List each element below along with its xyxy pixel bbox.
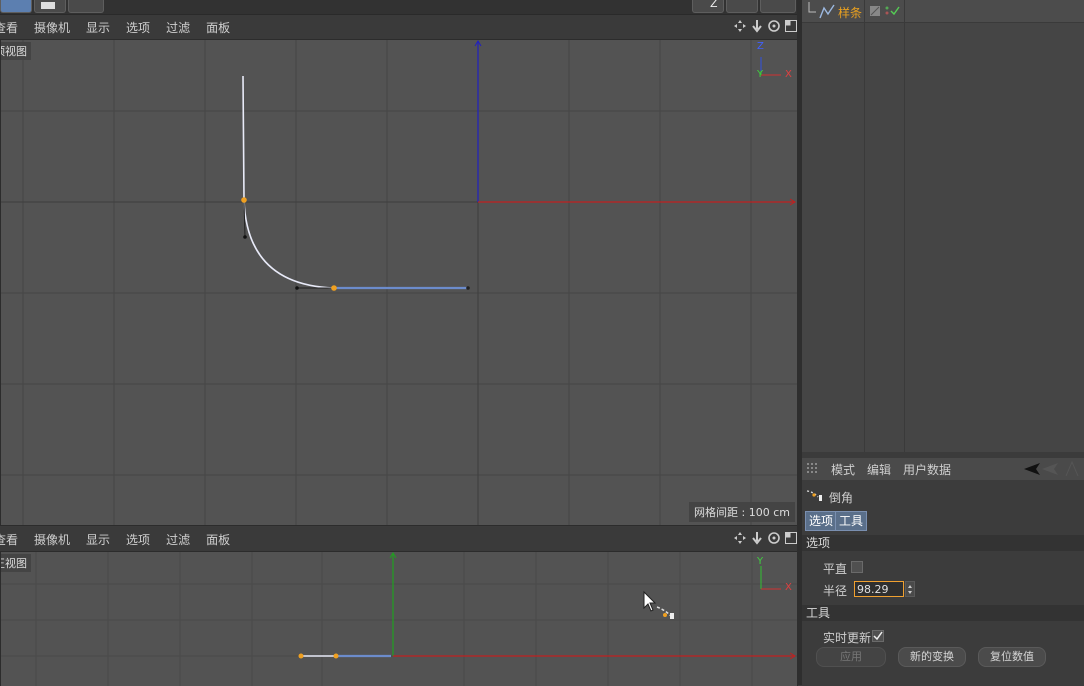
front-viewport[interactable]: Y X 正视图 [0,551,798,686]
menu-filter[interactable]: 过滤 [166,19,190,36]
menu-options[interactable]: 选项 [126,531,150,548]
radius-label: 半径 [823,584,848,598]
zoom-icon[interactable] [750,531,764,545]
object-name[interactable]: 样条 [838,4,862,21]
grid-spacing-info: 网格间距 : 100 cm [689,502,795,522]
top-toolbar: Z [0,0,798,15]
spline-point[interactable] [466,286,470,290]
new-transform-button[interactable]: 新的变换 [898,647,966,667]
object-visibility-icons[interactable] [868,5,904,17]
menu-options[interactable]: 选项 [126,19,150,36]
tangent-handle[interactable] [243,235,247,239]
section-options-header[interactable]: 选项 [802,535,1084,551]
apply-button[interactable]: 应用 [816,647,886,667]
top-viewport-canvas [1,40,797,525]
front-viewport-canvas [1,552,797,686]
attributes-menubar: 模式 编辑 用户数据 [802,458,1084,480]
tab-options[interactable]: 选项 [805,511,838,531]
toolbar-button-z[interactable]: Z [692,0,724,13]
viewport-nav-icons [733,19,798,35]
mouse-cursor-icon [643,590,657,612]
menu-view[interactable]: 查看 [0,531,18,548]
toolbar-button-select[interactable] [0,0,32,13]
viewport-label: 顶视图 [1,42,31,60]
radius-input[interactable]: 98.29 cm [854,581,904,597]
gizmo-x-label: X [785,582,792,593]
viewport-nav-icons [733,531,798,547]
menu-camera[interactable]: 摄像机 [34,531,70,548]
gizmo-x-label: X [785,69,792,80]
checkmark-icon [873,631,883,641]
tangent-handle[interactable] [295,286,299,290]
realtime-update-checkbox[interactable] [872,630,884,642]
section-tool-header[interactable]: 工具 [802,605,1084,621]
rotate-icon[interactable] [767,531,781,545]
axis-gizmo [760,57,781,76]
flat-label: 平直 [823,562,848,576]
top-viewport[interactable]: Z Y X 顶视图 网格间距 : 100 cm [0,39,798,526]
spline-point-selected[interactable] [241,197,247,203]
menu-panel[interactable]: 面板 [206,531,230,548]
tool-name: 倒角 [829,491,854,505]
spline-point-selected[interactable] [331,285,337,291]
menu-camera[interactable]: 摄像机 [34,19,70,36]
axis-gizmo [760,566,781,590]
move-icon[interactable] [733,531,747,545]
viewport-label: 正视图 [1,554,31,572]
menu-view[interactable]: 查看 [0,19,18,36]
spline-point-selected[interactable] [298,653,304,659]
menu-user-data[interactable]: 用户数据 [903,461,951,478]
realtime-update-label: 实时更新 [823,631,872,645]
toolbar-button-camera[interactable] [34,0,66,13]
menu-filter[interactable]: 过滤 [166,531,190,548]
gizmo-y-label: Y [757,556,764,567]
menu-display[interactable]: 显示 [86,531,110,548]
tab-tool[interactable]: 工具 [835,511,868,531]
maximize-icon[interactable] [784,19,798,33]
spline-point-selected[interactable] [333,653,339,659]
nav-arrows-icon[interactable] [1022,461,1080,477]
object-row[interactable]: 样条 [802,0,1084,23]
object-manager: 样条 [802,0,1084,452]
top-view-menubar: 查看 摄像机 显示 选项 过滤 面板 [0,15,798,39]
front-view-menubar: 查看 摄像机 显示 选项 过滤 面板 [0,527,798,551]
spline-object-icon [808,2,835,19]
menu-edit[interactable]: 编辑 [867,461,891,478]
toolbar-button-scene[interactable] [760,0,796,13]
spline-curve[interactable] [242,75,468,289]
menu-display[interactable]: 显示 [86,19,110,36]
flat-checkbox[interactable] [851,561,863,573]
rotate-icon[interactable] [767,19,781,33]
toolbar-button-render[interactable] [68,0,104,13]
chamfer-cursor-icon [656,606,674,619]
maximize-icon[interactable] [784,531,798,545]
chamfer-tool-icon [806,490,822,501]
radius-stepper[interactable] [905,581,915,597]
move-icon[interactable] [733,19,747,33]
camera-icon [41,2,55,9]
gizmo-z-label: Z [757,41,764,52]
reset-values-button[interactable]: 复位数值 [978,647,1046,667]
menu-panel[interactable]: 面板 [206,19,230,36]
gizmo-y-label: Y [757,69,764,80]
menu-mode[interactable]: 模式 [831,461,855,478]
z-label: Z [710,0,718,10]
zoom-icon[interactable] [750,19,764,33]
attributes-manager: 模式 编辑 用户数据 倒角 选项 工具 选项 平直 半径 98.29 cm 工具… [802,458,1084,685]
toolbar-button-deformer[interactable] [726,0,758,13]
stepper-arrows-icon [908,585,912,594]
grip-icon [807,463,817,473]
